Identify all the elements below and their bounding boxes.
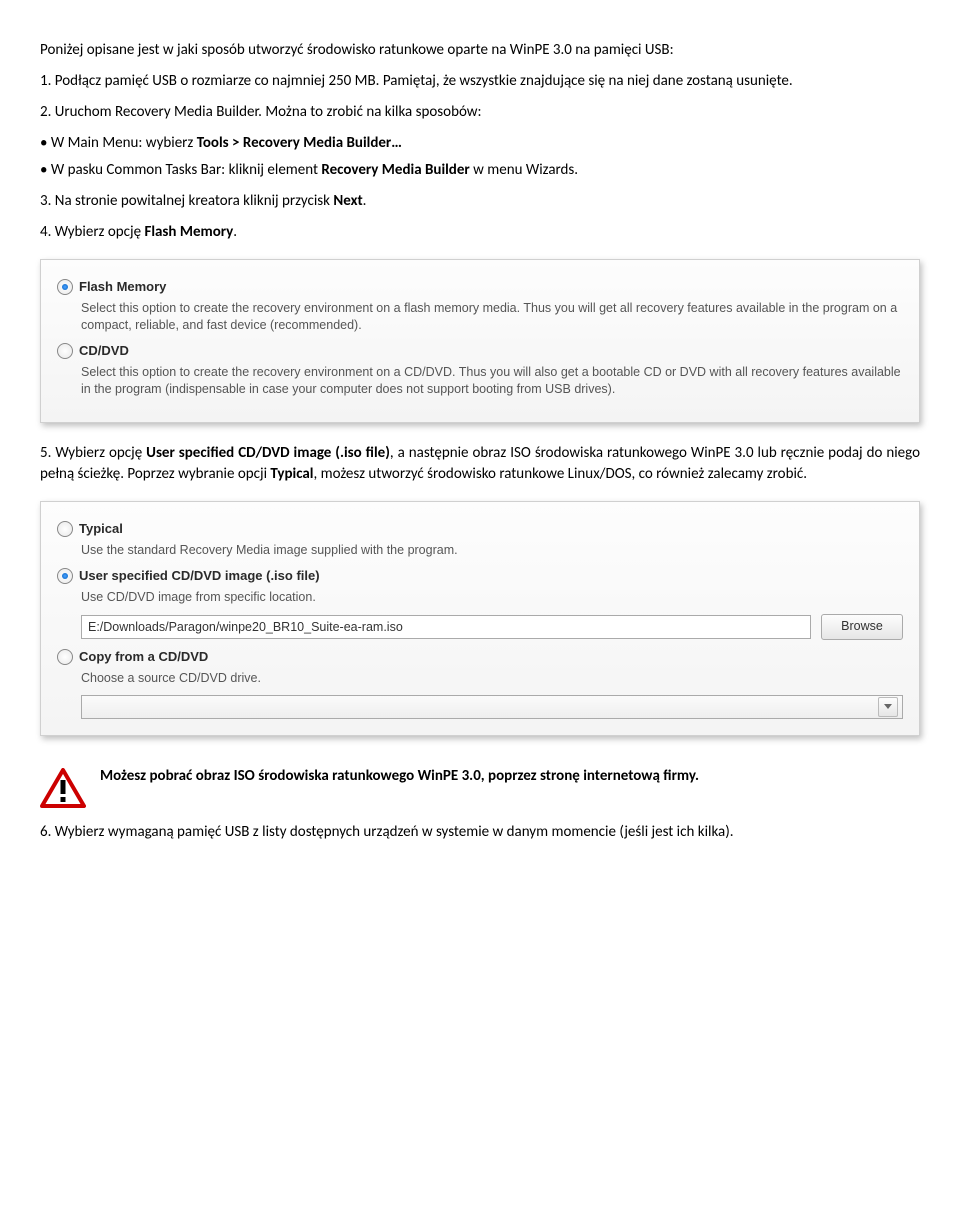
drive-dropdown-row	[81, 695, 903, 719]
radio-unselected-icon	[57, 649, 73, 665]
cd-dvd-desc: Select this option to create the recover…	[81, 364, 903, 398]
option-flash-memory[interactable]: Flash Memory	[57, 278, 903, 296]
user-iso-label: User specified CD/DVD image (.iso file)	[79, 567, 320, 585]
step-1: 1. Podłącz pamięć USB o rozmiarze co naj…	[40, 71, 920, 92]
warning-note: Możesz pobrać obraz ISO środowiska ratun…	[40, 766, 920, 808]
warning-icon	[40, 768, 86, 808]
step-5: 5. Wybierz opcję User specified CD/DVD i…	[40, 443, 920, 485]
chevron-down-icon	[878, 697, 898, 717]
radio-selected-icon	[57, 568, 73, 584]
option-cd-dvd[interactable]: CD/DVD	[57, 342, 903, 360]
step-6: 6. Wybierz wymaganą pamięć USB z listy d…	[40, 822, 920, 843]
warning-text: Możesz pobrać obraz ISO środowiska ratun…	[100, 766, 699, 787]
step-4: 4. Wybierz opcję Flash Memory.	[40, 222, 920, 243]
iso-path-row: E:/Downloads/Paragon/winpe20_BR10_Suite-…	[81, 614, 903, 640]
flash-memory-label: Flash Memory	[79, 278, 166, 296]
step-5-pre: 5. Wybierz opcję	[40, 444, 146, 462]
radio-unselected-icon	[57, 521, 73, 537]
step-2: 2. Uruchom Recovery Media Builder. Można…	[40, 102, 920, 123]
option-user-iso[interactable]: User specified CD/DVD image (.iso file)	[57, 567, 903, 585]
cd-dvd-label: CD/DVD	[79, 342, 129, 360]
copy-cd-label: Copy from a CD/DVD	[79, 648, 208, 666]
step-3-bold: Next	[333, 192, 362, 210]
typical-desc: Use the standard Recovery Media image su…	[81, 542, 903, 559]
bullet-main-menu: • W Main Menu: wybierz Tools > Recovery …	[40, 133, 920, 154]
bullet-2-bold: Recovery Media Builder	[321, 161, 469, 179]
step-5-bold2: Typical	[270, 465, 313, 483]
browse-button[interactable]: Browse	[821, 614, 903, 640]
copy-cd-desc: Choose a source CD/DVD drive.	[81, 670, 903, 687]
option-copy-cd[interactable]: Copy from a CD/DVD	[57, 648, 903, 666]
step-4-post: .	[233, 223, 237, 241]
bullet-common-tasks: • W pasku Common Tasks Bar: kliknij elem…	[40, 160, 920, 181]
intro-text: Poniżej opisane jest w jaki sposób utwor…	[40, 40, 920, 61]
radio-unselected-icon	[57, 343, 73, 359]
drive-dropdown[interactable]	[81, 695, 903, 719]
step-4-pre: 4. Wybierz opcję	[40, 223, 144, 241]
step-5-post: , możesz utworzyć środowisko ratunkowe L…	[313, 465, 807, 483]
step-3-post: .	[363, 192, 367, 210]
bullet-1-bold: Tools > Recovery Media Builder…	[197, 134, 402, 152]
bullet-2-post: w menu Wizards.	[470, 161, 578, 179]
bullet-1-pre: • W Main Menu: wybierz	[40, 134, 197, 152]
step-3: 3. Na stronie powitalnej kreatora klikni…	[40, 191, 920, 212]
image-source-panel: Typical Use the standard Recovery Media …	[40, 501, 920, 736]
option-typical[interactable]: Typical	[57, 520, 903, 538]
step-5-bold: User specified CD/DVD image (.iso file)	[146, 444, 390, 462]
radio-selected-icon	[57, 279, 73, 295]
flash-memory-desc: Select this option to create the recover…	[81, 300, 903, 334]
step-4-bold: Flash Memory	[144, 223, 233, 241]
typical-label: Typical	[79, 520, 123, 538]
bullet-2-pre: • W pasku Common Tasks Bar: kliknij elem…	[40, 161, 321, 179]
step-3-pre: 3. Na stronie powitalnej kreatora klikni…	[40, 192, 333, 210]
iso-path-input[interactable]: E:/Downloads/Paragon/winpe20_BR10_Suite-…	[81, 615, 811, 639]
flash-cd-panel: Flash Memory Select this option to creat…	[40, 259, 920, 423]
user-iso-desc: Use CD/DVD image from specific location.	[81, 589, 903, 606]
